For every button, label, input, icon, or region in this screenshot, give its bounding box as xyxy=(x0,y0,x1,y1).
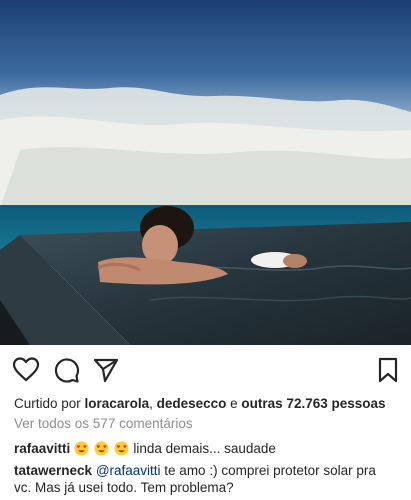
heart-eyes-emoji xyxy=(94,441,109,456)
liked-others-link[interactable]: outras 72.763 pessoas xyxy=(241,396,385,411)
comment-username[interactable]: rafaavitti xyxy=(14,441,70,456)
instagram-post: Curtido por loracarola, dedesecco e outr… xyxy=(0,0,411,500)
infinity-pool-photo xyxy=(0,0,411,345)
liked-user-link[interactable]: dedesecco xyxy=(157,396,227,411)
comment-mention[interactable]: @rafaavitti xyxy=(96,463,161,478)
comment-item: rafaavitti linda demais... saudade xyxy=(14,440,401,457)
heart-icon xyxy=(12,357,40,382)
liked-and: e xyxy=(226,396,242,411)
comment-item: tatawerneck @rafaavitti te amo :) compre… xyxy=(14,462,401,496)
paper-plane-icon xyxy=(93,358,119,383)
comment-bubble-icon xyxy=(54,358,80,383)
liked-user-link[interactable]: loracarola xyxy=(85,396,150,411)
comment-text-continued: vc. Mas já usei todo. Tem problema? xyxy=(14,480,234,495)
heart-eyes-emoji xyxy=(74,441,89,456)
bookmark-icon xyxy=(378,357,398,383)
likes-summary: Curtido por loracarola, dedesecco e outr… xyxy=(14,395,401,412)
comment-text: te amo :) comprei protetor solar pra xyxy=(160,463,376,478)
action-bar xyxy=(0,352,411,388)
like-button[interactable] xyxy=(12,356,40,384)
comment-button[interactable] xyxy=(52,356,80,384)
save-button[interactable] xyxy=(374,356,402,384)
view-all-comments-link[interactable]: Ver todos os 577 comentários xyxy=(14,415,401,432)
liked-by-prefix: Curtido por xyxy=(14,396,85,411)
liked-separator: , xyxy=(149,396,157,411)
comment-username[interactable]: tatawerneck xyxy=(14,463,92,478)
share-button[interactable] xyxy=(92,356,120,384)
heart-eyes-emoji xyxy=(114,441,129,456)
post-photo[interactable] xyxy=(0,0,411,345)
comment-text: linda demais... saudade xyxy=(133,441,276,456)
